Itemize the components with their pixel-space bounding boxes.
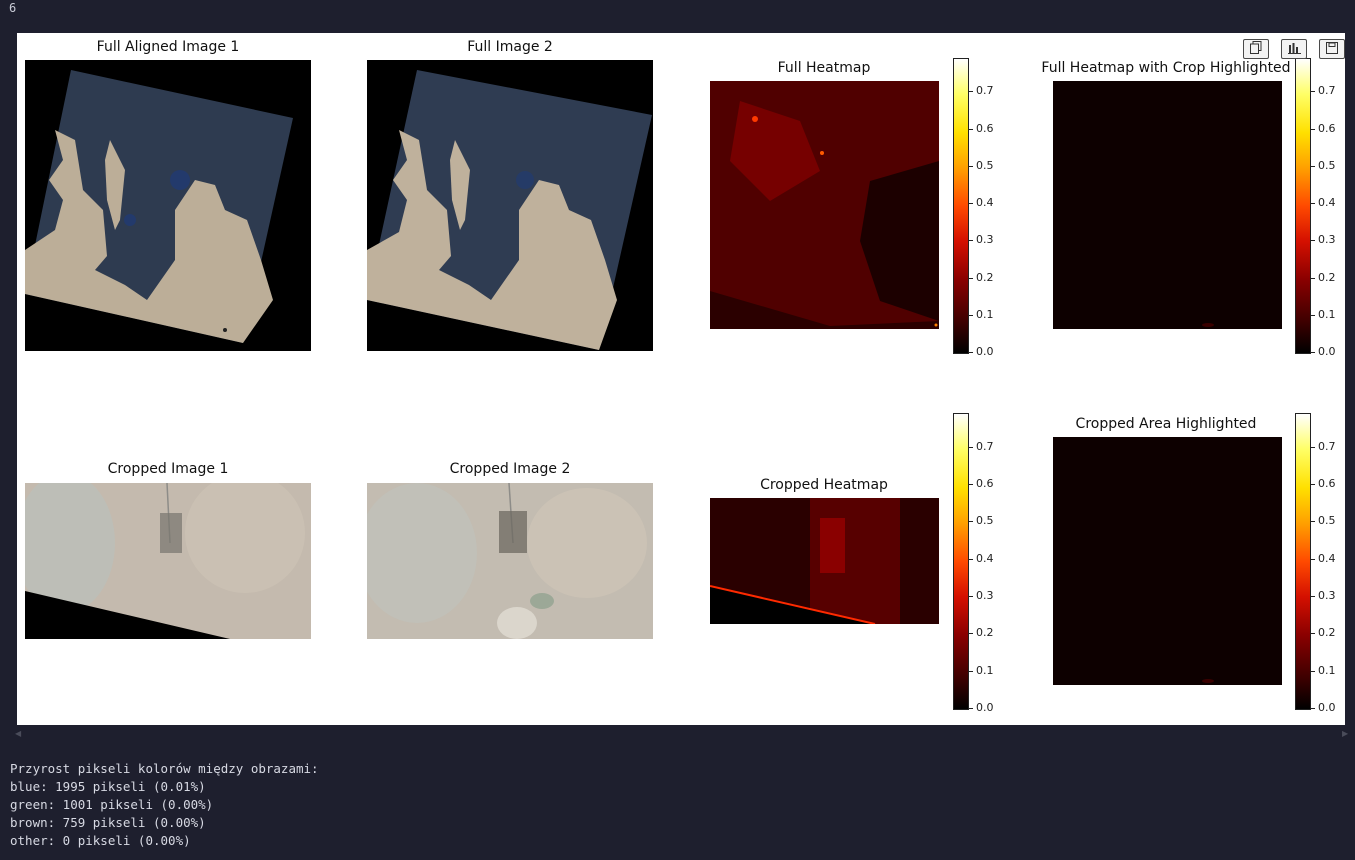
scroll-left-arrow[interactable]: ◀ bbox=[15, 729, 21, 738]
colorbar-tick bbox=[969, 314, 973, 316]
colorbar-tick bbox=[1311, 708, 1315, 709]
full-heatmap bbox=[710, 81, 939, 329]
colorbar-tick bbox=[1311, 558, 1315, 560]
full-aligned-image-1 bbox=[25, 60, 311, 351]
colorbar-tick-label: 0.2 bbox=[976, 626, 994, 640]
save-icon bbox=[1326, 41, 1338, 57]
colorbar-tick-label: 0.0 bbox=[1318, 345, 1336, 358]
colorbar-tick-label: 0.5 bbox=[1318, 514, 1336, 528]
full-heatmap-with-crop bbox=[1053, 81, 1282, 329]
save-button[interactable] bbox=[1319, 39, 1345, 59]
execution-count: 6 bbox=[9, 1, 17, 15]
colorbar-tick bbox=[1311, 203, 1315, 205]
colorbar-tick-label: 0.3 bbox=[1318, 588, 1336, 602]
colorbar-tick-label: 0.3 bbox=[976, 588, 994, 602]
colorbar-tick-label: 0.1 bbox=[976, 307, 994, 321]
colorbar-full-heatmap-crop bbox=[1295, 58, 1311, 354]
colorbar-tick bbox=[969, 91, 973, 93]
colorbar-tick-label: 0.4 bbox=[1318, 551, 1336, 565]
colorbar-tick bbox=[1311, 240, 1315, 242]
colorbar-tick bbox=[969, 446, 973, 448]
output-line-green: green: 1001 pikseli (0.00%) bbox=[10, 797, 214, 812]
colorbar-tick bbox=[1311, 277, 1315, 279]
colorbar-tick bbox=[969, 633, 973, 635]
colorbar-tick bbox=[1311, 165, 1315, 167]
colorbar-tick bbox=[1311, 521, 1315, 523]
cropped-image-2 bbox=[367, 483, 653, 639]
colorbar-tick bbox=[969, 558, 973, 560]
output-line-blue: blue: 1995 pikseli (0.01%) bbox=[10, 779, 206, 794]
cropped-heatmap bbox=[710, 498, 939, 624]
colorbar-tick bbox=[1311, 352, 1315, 353]
colorbar-tick-label: 0.2 bbox=[976, 270, 994, 284]
matplotlib-figure: Full Aligned Image 1 Full Image 2 Full H… bbox=[17, 33, 1345, 725]
colorbar-tick bbox=[1311, 91, 1315, 93]
colorbar-tick bbox=[1311, 670, 1315, 672]
colorbar-tick bbox=[1311, 483, 1315, 485]
colorbar-tick bbox=[969, 277, 973, 279]
colorbar-tick bbox=[1311, 128, 1315, 130]
chart-icon bbox=[1287, 42, 1301, 57]
colorbar-tick bbox=[1311, 314, 1315, 316]
colorbar-tick-label: 0.6 bbox=[976, 476, 994, 490]
colorbar-cropped-area bbox=[1295, 413, 1311, 710]
cropped-area-highlighted bbox=[1053, 437, 1282, 685]
copy-button[interactable] bbox=[1243, 39, 1269, 59]
colorbar-tick-label: 0.1 bbox=[976, 663, 994, 677]
colorbar-tick bbox=[1311, 595, 1315, 597]
colorbar-tick-label: 0.5 bbox=[1318, 158, 1336, 172]
colorbar-tick-label: 0.0 bbox=[1318, 701, 1336, 714]
colorbar-tick bbox=[969, 128, 973, 130]
title-cropped-image-2: Cropped Image 2 bbox=[449, 461, 571, 477]
copy-icon bbox=[1250, 41, 1262, 57]
colorbar-tick-label: 0.6 bbox=[1318, 121, 1336, 135]
colorbar-tick-label: 0.2 bbox=[1318, 626, 1336, 640]
colorbar-tick-label: 0.4 bbox=[1318, 196, 1336, 210]
colorbar-tick-label: 0.0 bbox=[976, 345, 994, 358]
colorbar-tick bbox=[969, 240, 973, 242]
colorbar-tick-label: 0.5 bbox=[976, 158, 994, 172]
colorbar-tick bbox=[969, 708, 973, 709]
colorbar-tick bbox=[969, 203, 973, 205]
title-full-image-2: Full Image 2 bbox=[467, 39, 553, 55]
colorbar-tick bbox=[969, 483, 973, 485]
colorbar-full-heatmap bbox=[953, 58, 969, 354]
colorbar-tick bbox=[969, 352, 973, 353]
colorbar-tick-label: 0.0 bbox=[976, 701, 994, 714]
colorbar-tick-label: 0.7 bbox=[1318, 84, 1336, 98]
colorbar-tick bbox=[1311, 446, 1315, 448]
cell-output: Przyrost pikseli kolorów między obrazami… bbox=[10, 760, 319, 850]
colorbar-tick bbox=[969, 165, 973, 167]
colorbar-tick bbox=[1311, 633, 1315, 635]
colorbar-tick-label: 0.7 bbox=[1318, 439, 1336, 453]
colorbar-tick bbox=[969, 521, 973, 523]
output-line-other: other: 0 pikseli (0.00%) bbox=[10, 833, 191, 848]
cropped-image-1 bbox=[25, 483, 311, 639]
colorbar-tick-label: 0.6 bbox=[1318, 476, 1336, 490]
colorbar-tick-label: 0.1 bbox=[1318, 663, 1336, 677]
colorbar-cropped-heatmap bbox=[953, 413, 969, 710]
colorbar-tick bbox=[969, 595, 973, 597]
colorbar-tick bbox=[969, 670, 973, 672]
full-image-2 bbox=[367, 60, 653, 351]
output-line-brown: brown: 759 pikseli (0.00%) bbox=[10, 815, 206, 830]
colorbar-tick-label: 0.4 bbox=[976, 196, 994, 210]
colorbar-tick-label: 0.1 bbox=[1318, 307, 1336, 321]
output-header: Przyrost pikseli kolorów między obrazami… bbox=[10, 761, 319, 776]
scroll-right-arrow[interactable]: ▶ bbox=[1342, 729, 1348, 738]
colorbar-tick-label: 0.7 bbox=[976, 439, 994, 453]
colorbar-tick-label: 0.2 bbox=[1318, 270, 1336, 284]
colorbar-tick-label: 0.3 bbox=[1318, 233, 1336, 247]
colorbar-tick-label: 0.4 bbox=[976, 551, 994, 565]
colorbar-tick-label: 0.3 bbox=[976, 233, 994, 247]
colorbar-tick-label: 0.5 bbox=[976, 514, 994, 528]
colorbar-tick-label: 0.7 bbox=[976, 84, 994, 98]
chart-button[interactable] bbox=[1281, 39, 1307, 59]
colorbar-tick-label: 0.6 bbox=[976, 121, 994, 135]
